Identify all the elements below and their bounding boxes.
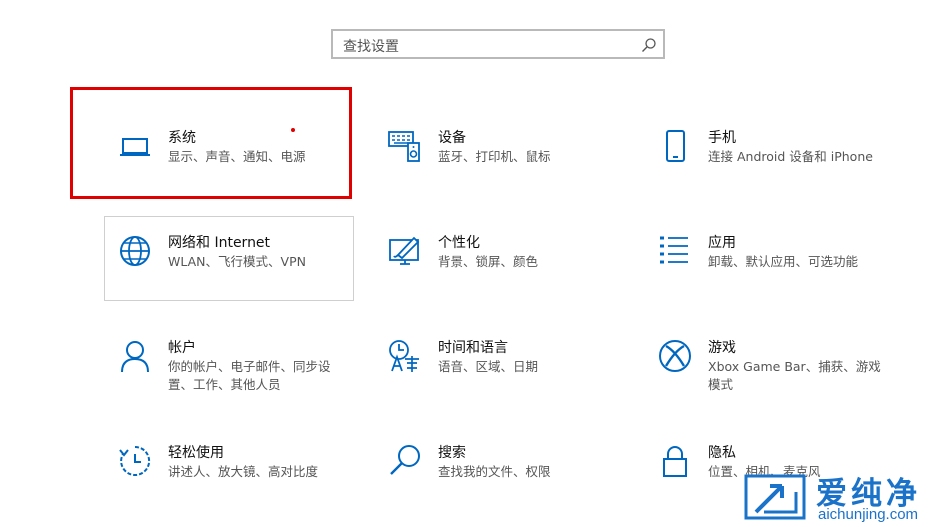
apps-list-icon: [660, 236, 688, 264]
tile-title: 搜索: [438, 445, 466, 461]
tile-title: 手机: [708, 130, 736, 146]
tile-title: 隐私: [708, 445, 736, 461]
tile-title: 设备: [438, 130, 466, 146]
tile-phone[interactable]: 手机 连接 Android 设备和 iPhone: [644, 111, 894, 195]
person-icon: [121, 341, 149, 373]
tile-desc: 背景、锁屏、颜色: [438, 254, 539, 269]
time-language-icon: [389, 340, 419, 372]
phone-icon: [666, 130, 685, 162]
tile-devices[interactable]: 设备 蓝牙、打印机、鼠标: [374, 111, 624, 195]
watermark-url: aichunjing.com: [818, 506, 919, 523]
tile-apps[interactable]: 应用 卸载、默认应用、可选功能: [644, 216, 894, 300]
search-icon: [642, 38, 656, 52]
paint-icon: [389, 236, 420, 265]
watermark: 爱纯净 aichunjing.com: [740, 468, 940, 526]
search-placeholder: 查找设置: [343, 39, 399, 55]
tile-title: 轻松使用: [168, 445, 224, 461]
tile-desc: 蓝牙、打印机、鼠标: [438, 149, 551, 164]
tile-desc: 卸载、默认应用、可选功能: [708, 254, 859, 269]
tile-desc: 语音、区域、日期: [438, 359, 539, 374]
lock-icon: [663, 446, 687, 477]
tile-desc: 讲述人、放大镜、高对比度: [168, 464, 319, 479]
aichunjing-logo-icon: [744, 474, 806, 520]
tile-time-language[interactable]: 时间和语言 语音、区域、日期: [374, 321, 624, 405]
red-dot: [291, 128, 295, 132]
tile-personalization[interactable]: 个性化 背景、锁屏、颜色: [374, 216, 624, 300]
tile-title: 应用: [708, 235, 736, 251]
search-box[interactable]: 查找设置: [331, 29, 665, 59]
tile-search[interactable]: 搜索 查找我的文件、权限: [374, 426, 624, 510]
tile-title: 时间和语言: [438, 340, 508, 356]
tile-gaming[interactable]: 游戏 Xbox Game Bar、捕获、游戏模式: [644, 321, 894, 405]
tile-title: 游戏: [708, 340, 736, 356]
tile-title: 帐户: [168, 340, 196, 356]
ease-of-access-icon: [119, 445, 151, 476]
red-highlight-box: [70, 87, 352, 199]
xbox-icon: [659, 340, 691, 372]
tile-desc: 连接 Android 设备和 iPhone: [708, 149, 873, 164]
devices-icon: [388, 131, 420, 162]
tile-accounts[interactable]: 帐户 你的帐户、电子邮件、同步设置、工作、其他人员: [104, 321, 354, 405]
tile-title: 个性化: [438, 235, 480, 251]
tile-desc: 查找我的文件、权限: [438, 464, 551, 479]
tile-ease-of-access[interactable]: 轻松使用 讲述人、放大镜、高对比度: [104, 426, 354, 510]
focus-border: [104, 216, 354, 301]
tile-desc: Xbox Game Bar、捕获、游戏模式: [708, 359, 881, 392]
tile-desc: 你的帐户、电子邮件、同步设置、工作、其他人员: [168, 359, 331, 392]
search-icon: [390, 445, 420, 475]
